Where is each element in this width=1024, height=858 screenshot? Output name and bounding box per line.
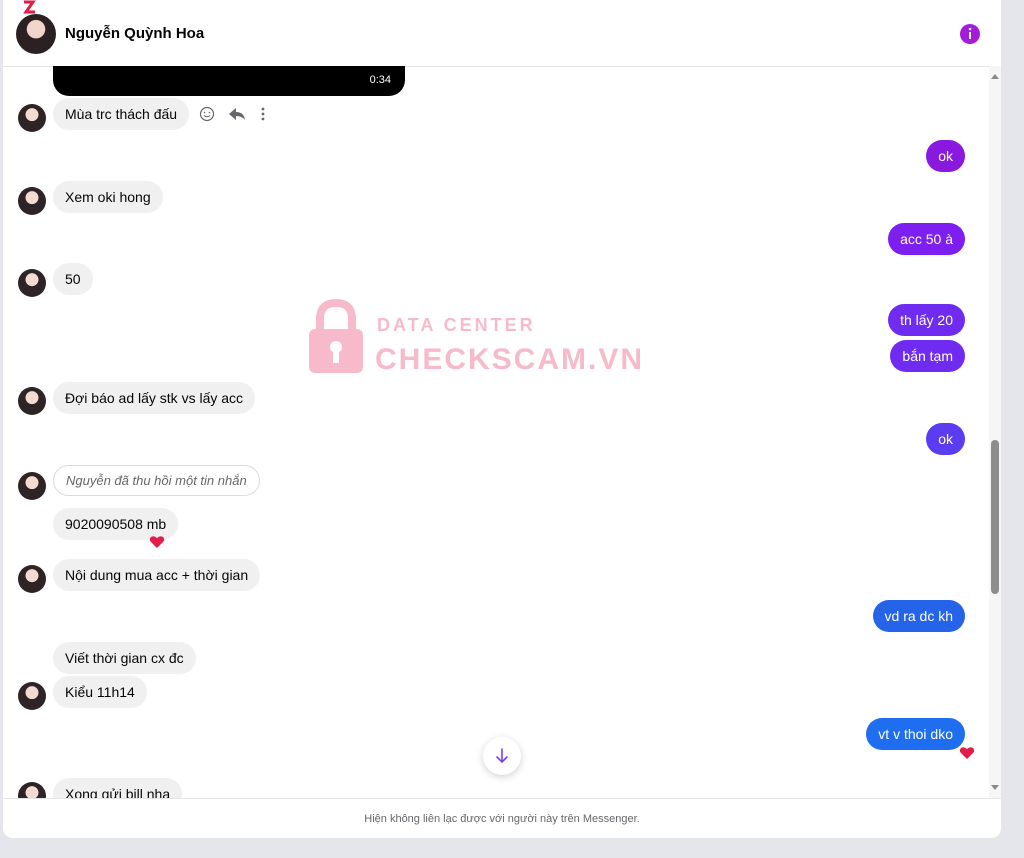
recalled-message-notice: Nguyễn đã thu hồi một tin nhắn [53,465,260,496]
lock-icon [309,299,363,373]
sender-avatar [18,682,46,710]
sender-avatar [18,269,46,297]
heart-icon[interactable] [149,535,165,549]
message-bubble-outgoing[interactable]: th lấy 20 [888,304,965,336]
sender-avatar [18,104,46,132]
chat-panel: Nguyễn Quỳnh Hoa 0:34 Mùa trc thách đấu [3,0,1001,838]
chat-header: Nguyễn Quỳnh Hoa [3,0,1001,67]
message-bubble-incoming[interactable]: Đợi báo ad lấy stk vs lấy acc [53,382,256,414]
window-background-right [1004,0,1024,858]
video-message[interactable]: 0:34 [53,66,405,96]
emoji-icon [199,106,215,122]
top-pink-mark [21,0,45,14]
sender-avatar [18,782,46,798]
message-bubble-outgoing[interactable]: vd ra dc kh [872,600,965,632]
scroll-thumb[interactable] [991,440,999,594]
message-bubble-outgoing[interactable]: vt v thoi dko [866,718,965,750]
message-actions [199,104,271,124]
sender-avatar [18,565,46,593]
watermark-line-2: CHECKSCAM.VN [375,343,645,376]
heart-icon[interactable] [959,746,975,760]
message-bubble-incoming[interactable]: Nội dung mua acc + thời gian [53,559,261,591]
contact-avatar[interactable] [16,14,56,54]
message-bubble-outgoing[interactable]: bắn tạm [890,340,965,372]
message-list[interactable]: 0:34 Mùa trc thách đấu ok Xem oki hong a… [3,66,989,798]
sender-avatar [18,472,46,500]
message-bubble-outgoing[interactable]: ok [926,140,965,172]
window-background-bottom [0,838,1024,858]
message-bubble-incoming[interactable]: Xong gửi bill nha [53,778,183,798]
scroll-to-bottom-button[interactable] [483,737,521,775]
message-bubble-outgoing[interactable]: ok [926,423,965,455]
message-bubble-incoming[interactable]: Kiểu 11h14 [53,676,147,708]
message-bubble-incoming[interactable]: Viết thời gian cx đc [53,642,196,674]
message-bubble-outgoing[interactable]: acc 50 à [888,223,965,255]
arrow-down-icon [496,748,508,764]
message-bubble-incoming[interactable]: Xem oki hong [53,181,163,213]
more-icon [261,107,265,121]
scroll-up-arrow-icon[interactable] [991,74,999,79]
contact-name[interactable]: Nguyễn Quỳnh Hoa [65,25,204,42]
message-bubble-incoming[interactable]: 50 [53,263,93,295]
message-bubble-incoming[interactable]: Mùa trc thách đấu [53,98,190,130]
reply-icon [229,108,245,120]
scroll-down-arrow-icon[interactable] [991,785,999,790]
video-duration: 0:34 [369,74,391,86]
watermark: DATA CENTER CHECKSCAM.VN [307,299,647,379]
info-icon[interactable] [960,24,980,44]
footer-notice: Hiện không liên lạc được với người này t… [3,798,1001,838]
sender-avatar [18,387,46,415]
message-scrollbar[interactable] [989,66,1001,798]
watermark-line-1: DATA CENTER [377,315,536,335]
sender-avatar [18,187,46,215]
